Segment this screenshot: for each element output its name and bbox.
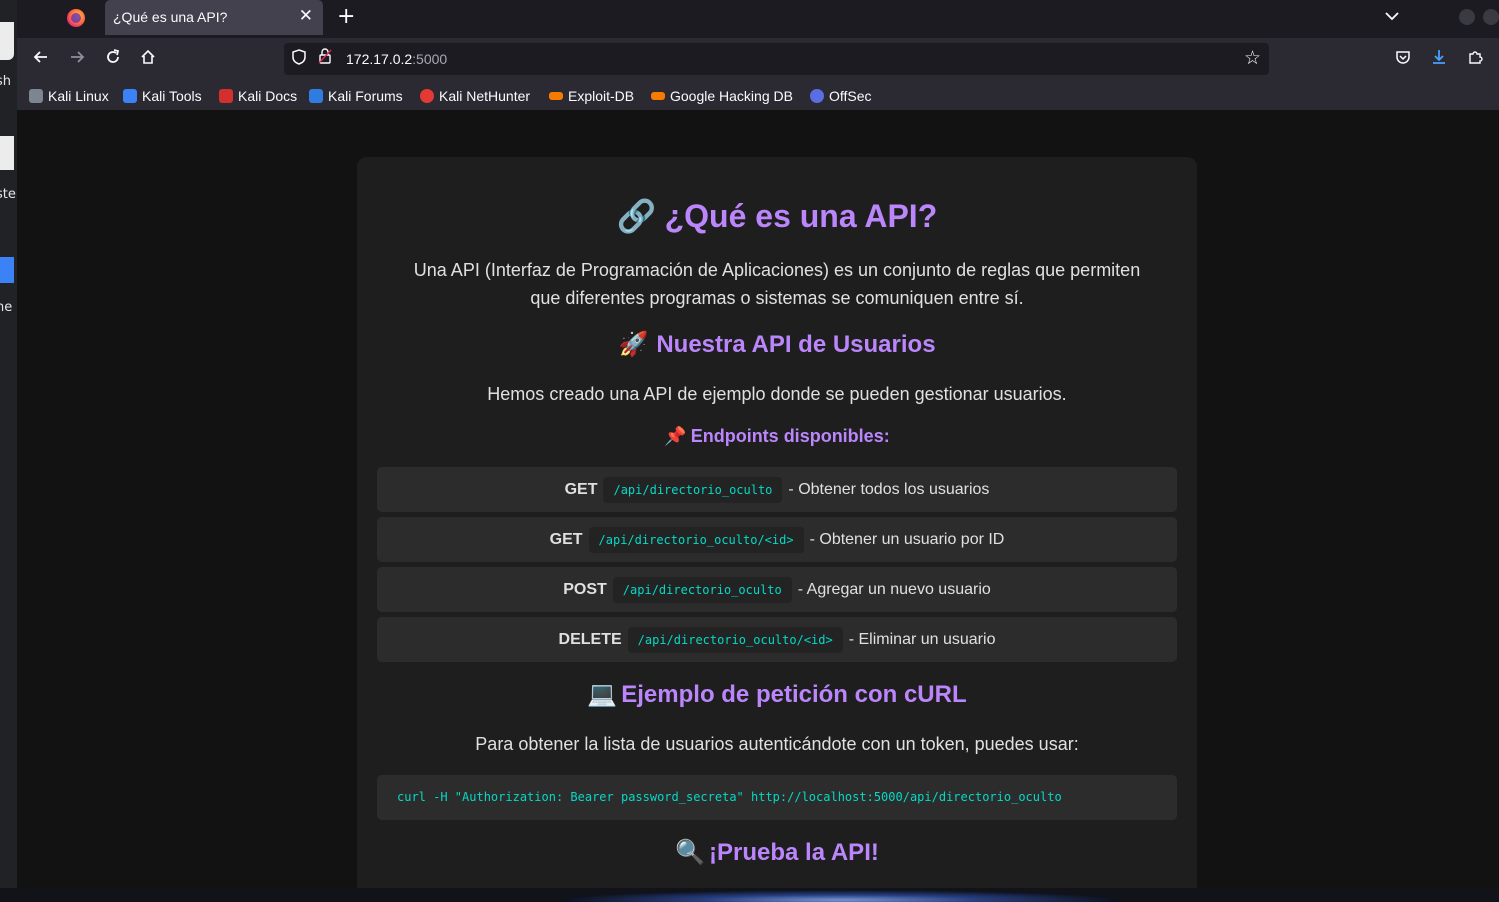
kali-forums-icon	[309, 89, 323, 103]
endpoints-heading: 📌 Endpoints disponibles:	[357, 426, 1197, 447]
curl-description: Para obtener la lista de usuarios autent…	[475, 734, 1079, 754]
magnifier-icon: 🔍	[675, 839, 706, 866]
desktop-folder-icon[interactable]	[0, 257, 14, 283]
endpoint-description: - Obtener todos los usuarios	[788, 480, 990, 498]
desktop-file-icon[interactable]	[0, 136, 14, 170]
bookmark-label: Kali Forums	[328, 88, 403, 104]
try-heading-text: ¡Prueba la API!	[709, 839, 879, 866]
bookmark-label: Kali Tools	[142, 88, 202, 104]
endpoint-row: GET /api/directorio_oculto/<id> - Obtene…	[377, 517, 1177, 562]
list-all-tabs-icon[interactable]	[1385, 6, 1399, 25]
page-title-text: ¿Qué es una API?	[664, 198, 938, 234]
kali-linux-icon	[29, 89, 43, 103]
minimize-window-button[interactable]	[1459, 9, 1475, 25]
desktop-background: sh ste ne	[0, 0, 17, 902]
bookmark-label: Kali NetHunter	[439, 88, 531, 104]
kali-docs-icon	[219, 89, 233, 103]
kali-tools-icon	[123, 89, 137, 103]
desktop-label: ste	[0, 187, 16, 202]
extensions-icon[interactable]	[1467, 49, 1483, 69]
endpoint-method: GET	[564, 480, 598, 498]
endpoint-method: DELETE	[558, 630, 622, 648]
bookmark-kali-nethunter[interactable]: Kali NetHunter	[420, 87, 530, 105]
computer-icon: 💻	[587, 681, 618, 708]
endpoint-row: GET /api/directorio_oculto - Obtener tod…	[377, 467, 1177, 512]
home-icon[interactable]	[140, 49, 156, 69]
bookmark-label: Kali Docs	[238, 88, 298, 104]
forward-icon[interactable]	[69, 49, 85, 69]
endpoint-description: - Obtener un usuario por ID	[809, 530, 1005, 548]
pushpin-icon: 📌	[664, 426, 687, 446]
desktop-label: sh	[0, 74, 12, 89]
offsec-icon	[810, 89, 824, 103]
desktop-label: ne	[0, 300, 13, 315]
bookmark-star-icon[interactable]: ☆	[1244, 47, 1261, 69]
endpoint-method: GET	[549, 530, 583, 548]
bookmark-google-hacking-db[interactable]: Google Hacking DB	[651, 87, 793, 105]
new-tab-icon[interactable]: +	[337, 4, 355, 29]
bookmark-label: Exploit-DB	[568, 88, 635, 104]
bookmark-offsec[interactable]: OffSec	[810, 87, 872, 105]
bookmark-kali-forums[interactable]: Kali Forums	[309, 87, 403, 105]
browser-window: ¿Qué es una API? ✕ + 172.17.0.2:5000 ☆ K…	[17, 0, 1499, 889]
wallpaper-glow	[560, 890, 1120, 902]
desktop-trash-icon[interactable]	[0, 22, 14, 60]
url-port: :5000	[412, 51, 448, 67]
pocket-icon[interactable]	[1395, 49, 1411, 69]
curl-heading-text: Ejemplo de petición con cURL	[621, 681, 967, 708]
url-host: 172.17.0.2	[346, 51, 413, 67]
page-viewport: 🔗 ¿Qué es una API? Una API (Interfaz de P…	[17, 110, 1499, 889]
google-hacking-db-icon	[651, 92, 665, 100]
page-title: 🔗 ¿Qué es una API?	[357, 197, 1197, 235]
kali-nethunter-icon	[420, 89, 434, 103]
maximize-window-button[interactable]	[1483, 9, 1499, 25]
endpoints-heading-text: Endpoints disponibles:	[690, 426, 890, 446]
bookmark-kali-docs[interactable]: Kali Docs	[219, 87, 297, 105]
navigation-toolbar: 172.17.0.2:5000 ☆	[17, 38, 1499, 82]
rocket-icon: 🚀	[618, 331, 649, 358]
close-tab-icon[interactable]: ✕	[299, 6, 313, 26]
desktop-wallpaper-strip	[0, 888, 1499, 902]
api-description: Hemos creado una API de ejemplo donde se…	[487, 384, 1067, 404]
content-card: 🔗 ¿Qué es una API? Una API (Interfaz de P…	[357, 157, 1197, 889]
endpoint-path: /api/directorio_oculto/<id>	[627, 626, 843, 653]
insecure-lock-icon[interactable]	[318, 48, 332, 68]
endpoint-method: POST	[563, 580, 607, 598]
endpoint-path: /api/directorio_oculto	[603, 476, 783, 503]
endpoint-description: - Eliminar un usuario	[848, 630, 996, 648]
bookmark-label: Google Hacking DB	[670, 88, 793, 104]
curl-code-block: curl -H "Authorization: Bearer password_…	[377, 775, 1177, 820]
back-icon[interactable]	[33, 49, 49, 69]
tab-title: ¿Qué es una API?	[113, 9, 228, 25]
endpoint-row: POST /api/directorio_oculto - Agregar un…	[377, 567, 1177, 612]
downloads-icon[interactable]	[1431, 49, 1447, 69]
link-icon: 🔗	[616, 198, 657, 234]
tracking-protection-shield-icon[interactable]	[292, 49, 306, 69]
bookmark-exploit-db[interactable]: Exploit-DB	[549, 87, 634, 105]
bookmark-label: OffSec	[829, 88, 872, 104]
endpoint-path: /api/directorio_oculto/<id>	[588, 526, 804, 553]
endpoint-path: /api/directorio_oculto	[612, 576, 792, 603]
reload-icon[interactable]	[105, 49, 121, 69]
bookmark-kali-linux[interactable]: Kali Linux	[29, 87, 109, 105]
endpoint-row: DELETE /api/directorio_oculto/<id> - Eli…	[377, 617, 1177, 662]
section-heading-api: 🚀 Nuestra API de Usuarios	[357, 330, 1197, 359]
endpoint-description: - Agregar un nuevo usuario	[797, 580, 991, 598]
bookmarks-toolbar: Kali Linux Kali Tools Kali Docs Kali For…	[17, 82, 1499, 110]
address-bar[interactable]: 172.17.0.2:5000 ☆	[284, 43, 1269, 75]
url-text[interactable]: 172.17.0.2:5000	[346, 51, 447, 67]
section-heading-text: Nuestra API de Usuarios	[656, 331, 936, 358]
bookmark-label: Kali Linux	[48, 88, 109, 104]
tab-bar: ¿Qué es una API? ✕ +	[17, 0, 1499, 38]
firefox-icon[interactable]	[67, 9, 85, 27]
try-heading: 🔍 ¡Prueba la API!	[357, 838, 1197, 867]
intro-paragraph: Una API (Interfaz de Programación de Apl…	[413, 260, 1141, 308]
exploit-db-icon	[549, 92, 563, 100]
tab-active[interactable]: ¿Qué es una API? ✕	[105, 0, 323, 35]
bookmark-kali-tools[interactable]: Kali Tools	[123, 87, 202, 105]
curl-heading: 💻 Ejemplo de petición con cURL	[357, 680, 1197, 709]
